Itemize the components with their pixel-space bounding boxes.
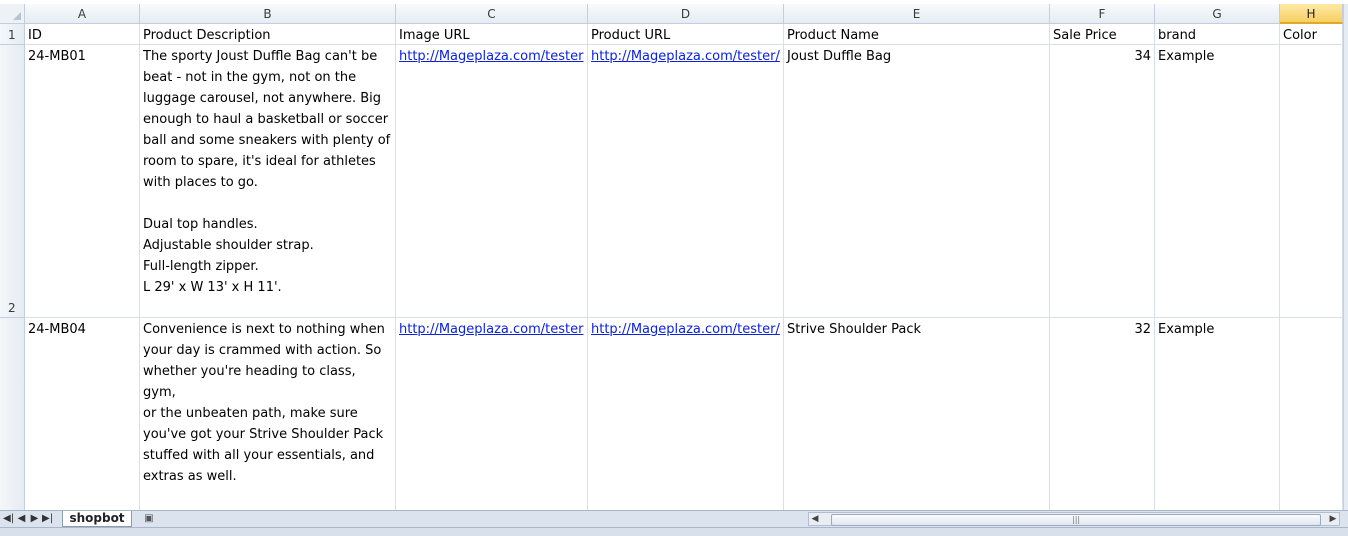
sheet-tab-shopbot[interactable]: shopbot (62, 511, 132, 527)
scroll-thumb[interactable]: ||| (831, 514, 1321, 526)
cell-a1[interactable]: ID (25, 24, 140, 45)
cell-d1[interactable]: Product URL (588, 24, 784, 45)
scroll-right-icon[interactable]: ▶ (1327, 513, 1339, 525)
prev-sheet-icon[interactable]: ◀ (16, 512, 27, 526)
cell-e3[interactable]: Strive Shoulder Pack (784, 318, 1050, 510)
cell-g1[interactable]: brand (1155, 24, 1280, 45)
cell-a3[interactable]: 24-MB04 (25, 318, 140, 510)
cell-h2[interactable] (1280, 45, 1343, 318)
row-header-2[interactable]: 2 (0, 45, 25, 318)
row-number: 1 (8, 28, 16, 42)
row-header-3[interactable] (0, 318, 25, 510)
column-header-e[interactable]: E (784, 4, 1050, 24)
cell-e1[interactable]: Product Name (784, 24, 1050, 45)
scroll-left-icon[interactable]: ◀ (809, 513, 821, 525)
horizontal-scrollbar[interactable]: ◀ ||| ▶ (808, 512, 1340, 526)
column-header-b[interactable]: B (140, 4, 396, 24)
cell-d3-link[interactable]: http://Mageplaza.com/tester/ (588, 318, 784, 510)
cell-f1[interactable]: Sale Price (1050, 24, 1155, 45)
row-number: 2 (8, 301, 16, 315)
next-sheet-icon[interactable]: ▶ (29, 512, 40, 526)
cell-e2[interactable]: Joust Duffle Bag (784, 45, 1050, 318)
row-header-1[interactable]: 1 (0, 24, 25, 45)
spreadsheet-grid[interactable]: A B C D E F G H 1 2 ID Product Descripti… (0, 0, 1348, 510)
cell-b1[interactable]: Product Description (140, 24, 396, 45)
column-header-h[interactable]: H (1280, 4, 1343, 24)
cell-d2-link[interactable]: http://Mageplaza.com/tester/ (588, 45, 784, 318)
cell-h1[interactable]: Color (1280, 24, 1343, 45)
grip-icon: ||| (1072, 515, 1081, 524)
sheet-tab-bar: ◀| ◀ ▶ ▶| shopbot ▣ ◀ ||| ▶ (0, 510, 1348, 527)
cell-b3[interactable]: Convenience is next to nothing when your… (140, 318, 396, 510)
insert-sheet-icon[interactable]: ▣ (140, 512, 158, 525)
cell-h3[interactable] (1280, 318, 1343, 510)
column-header-a[interactable]: A (25, 4, 140, 24)
first-sheet-icon[interactable]: ◀| (3, 512, 14, 526)
cell-g2[interactable]: Example (1155, 45, 1280, 318)
column-header-g[interactable]: G (1155, 4, 1280, 24)
column-header-f[interactable]: F (1050, 4, 1155, 24)
column-header-d[interactable]: D (588, 4, 784, 24)
cell-a2[interactable]: 24-MB01 (25, 45, 140, 318)
cell-f3[interactable]: 32 (1050, 318, 1155, 510)
cell-g3[interactable]: Example (1155, 318, 1280, 510)
grid-right-edge (1343, 4, 1348, 510)
cell-b2[interactable]: The sporty Joust Duffle Bag can't be bea… (140, 45, 396, 318)
last-sheet-icon[interactable]: ▶| (42, 512, 53, 526)
cell-c2-link[interactable]: http://Mageplaza.com/tester (396, 45, 588, 318)
cell-f2[interactable]: 34 (1050, 45, 1155, 318)
column-header-c[interactable]: C (396, 4, 588, 24)
select-all-corner[interactable] (0, 4, 25, 24)
cell-c3-link[interactable]: http://Mageplaza.com/tester (396, 318, 588, 510)
cell-c1[interactable]: Image URL (396, 24, 588, 45)
